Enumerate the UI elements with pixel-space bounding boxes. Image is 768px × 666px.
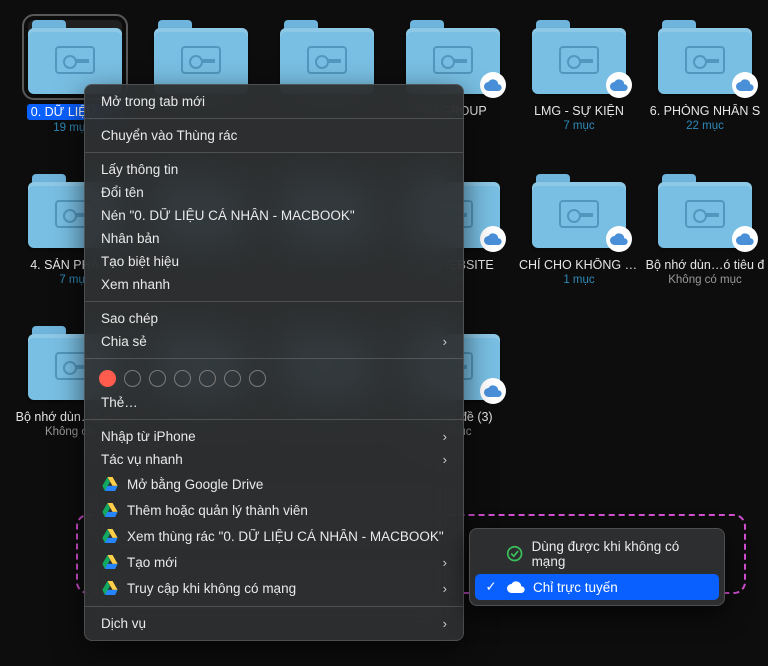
- cloud-icon: [732, 226, 758, 252]
- tag-empty[interactable]: [174, 370, 191, 387]
- menu-rename[interactable]: Đổi tên: [85, 181, 463, 204]
- cloud-icon: [606, 72, 632, 98]
- menu-tags[interactable]: Thẻ…: [85, 391, 463, 414]
- tag-empty[interactable]: [224, 370, 241, 387]
- menu-gdrive-open[interactable]: Mở bằng Google Drive: [85, 471, 463, 497]
- tag-empty[interactable]: [249, 370, 266, 387]
- gdrive-icon: [101, 527, 119, 545]
- menu-duplicate[interactable]: Nhân bản: [85, 227, 463, 250]
- offline-access-submenu: Dùng được khi không có mạng ✓ Chỉ trực t…: [469, 528, 725, 606]
- menu-gdrive-manage-members[interactable]: Thêm hoặc quản lý thành viên: [85, 497, 463, 523]
- cloud-icon: [606, 226, 632, 252]
- tag-red[interactable]: [99, 370, 116, 387]
- folder-name: 6. PHÒNG NHÂN S: [650, 104, 760, 118]
- cloud-icon: [480, 226, 506, 252]
- chevron-right-icon: ›: [443, 581, 447, 596]
- menu-move-to-trash[interactable]: Chuyển vào Thùng rác: [85, 124, 463, 147]
- tag-empty[interactable]: [199, 370, 216, 387]
- folder-meta: Không có mục: [668, 274, 742, 286]
- check-circle-green-icon: [506, 547, 523, 561]
- menu-separator: [85, 301, 463, 302]
- menu-quick-actions[interactable]: Tác vụ nhanh›: [85, 448, 463, 471]
- folder-icon: [532, 174, 626, 248]
- tag-empty[interactable]: [124, 370, 141, 387]
- chevron-right-icon: ›: [443, 334, 447, 349]
- cloud-icon: [732, 72, 758, 98]
- menu-quick-look[interactable]: Xem nhanh: [85, 273, 463, 296]
- gdrive-icon: [101, 475, 119, 493]
- submenu-available-offline[interactable]: Dùng được khi không có mạng: [475, 534, 719, 574]
- folder-icon: [658, 20, 752, 94]
- folder-meta: 22 mục: [686, 120, 724, 132]
- chevron-right-icon: ›: [443, 452, 447, 467]
- menu-make-alias[interactable]: Tạo biệt hiệu: [85, 250, 463, 273]
- chevron-right-icon: ›: [443, 616, 447, 631]
- menu-compress[interactable]: Nén "0. DỮ LIỆU CÁ NHÂN - MACBOOK": [85, 204, 463, 227]
- tag-empty[interactable]: [149, 370, 166, 387]
- submenu-item-label: Dùng được khi không có mạng: [532, 539, 709, 569]
- menu-import-from-iphone[interactable]: Nhập từ iPhone›: [85, 425, 463, 448]
- gdrive-icon: [101, 553, 119, 571]
- gdrive-icon: [101, 501, 119, 519]
- menu-separator: [85, 606, 463, 607]
- folder-item[interactable]: CHỈ CHO KHÔNG BÁN!!! 1 mục: [516, 174, 642, 286]
- folder-icon: [406, 20, 500, 94]
- gdrive-icon: [101, 579, 119, 597]
- menu-share[interactable]: Chia sẻ›: [85, 330, 463, 353]
- folder-meta: 1 mục: [563, 274, 594, 286]
- submenu-item-label: Chỉ trực tuyến: [533, 580, 618, 595]
- menu-gdrive-offline-access[interactable]: Truy cập khi không có mạng›: [85, 575, 463, 601]
- chevron-right-icon: ›: [443, 555, 447, 570]
- folder-name: Bộ nhớ dùn…ó tiêu đ: [646, 258, 765, 272]
- menu-separator: [85, 419, 463, 420]
- menu-separator: [85, 118, 463, 119]
- folder-name: CHỈ CHO KHÔNG BÁN!!!: [519, 258, 639, 272]
- folder-icon: [658, 174, 752, 248]
- submenu-online-only[interactable]: ✓ Chỉ trực tuyến: [475, 574, 719, 600]
- folder-icon: [154, 20, 248, 94]
- menu-tag-colors: [85, 364, 463, 391]
- cloud-icon: [480, 72, 506, 98]
- menu-gdrive-create-new[interactable]: Tạo mới›: [85, 549, 463, 575]
- folder-meta: 7 mục: [563, 120, 594, 132]
- folder-icon: [280, 20, 374, 94]
- folder-icon: [28, 20, 122, 94]
- menu-separator: [85, 152, 463, 153]
- menu-get-info[interactable]: Lấy thông tin: [85, 158, 463, 181]
- check-icon: ✓: [483, 579, 499, 595]
- menu-separator: [85, 358, 463, 359]
- folder-name: LMG - SỰ KIỆN: [534, 104, 624, 118]
- menu-gdrive-view-trash[interactable]: Xem thùng rác "0. DỮ LIỆU CÁ NHÂN - MACB…: [85, 523, 463, 549]
- cloud-icon: [507, 580, 525, 594]
- menu-copy[interactable]: Sao chép: [85, 307, 463, 330]
- folder-icon: [532, 20, 626, 94]
- context-menu: Mở trong tab mới Chuyển vào Thùng rác Lấ…: [84, 84, 464, 641]
- folder-item[interactable]: 6. PHÒNG NHÂN S 22 mục: [642, 20, 768, 134]
- menu-services[interactable]: Dịch vụ›: [85, 612, 463, 635]
- menu-open-in-new-tab[interactable]: Mở trong tab mới: [85, 90, 463, 113]
- folder-item[interactable]: Bộ nhớ dùn…ó tiêu đ Không có mục: [642, 174, 768, 286]
- cloud-icon: [480, 378, 506, 404]
- chevron-right-icon: ›: [443, 429, 447, 444]
- folder-item[interactable]: LMG - SỰ KIỆN 7 mục: [516, 20, 642, 134]
